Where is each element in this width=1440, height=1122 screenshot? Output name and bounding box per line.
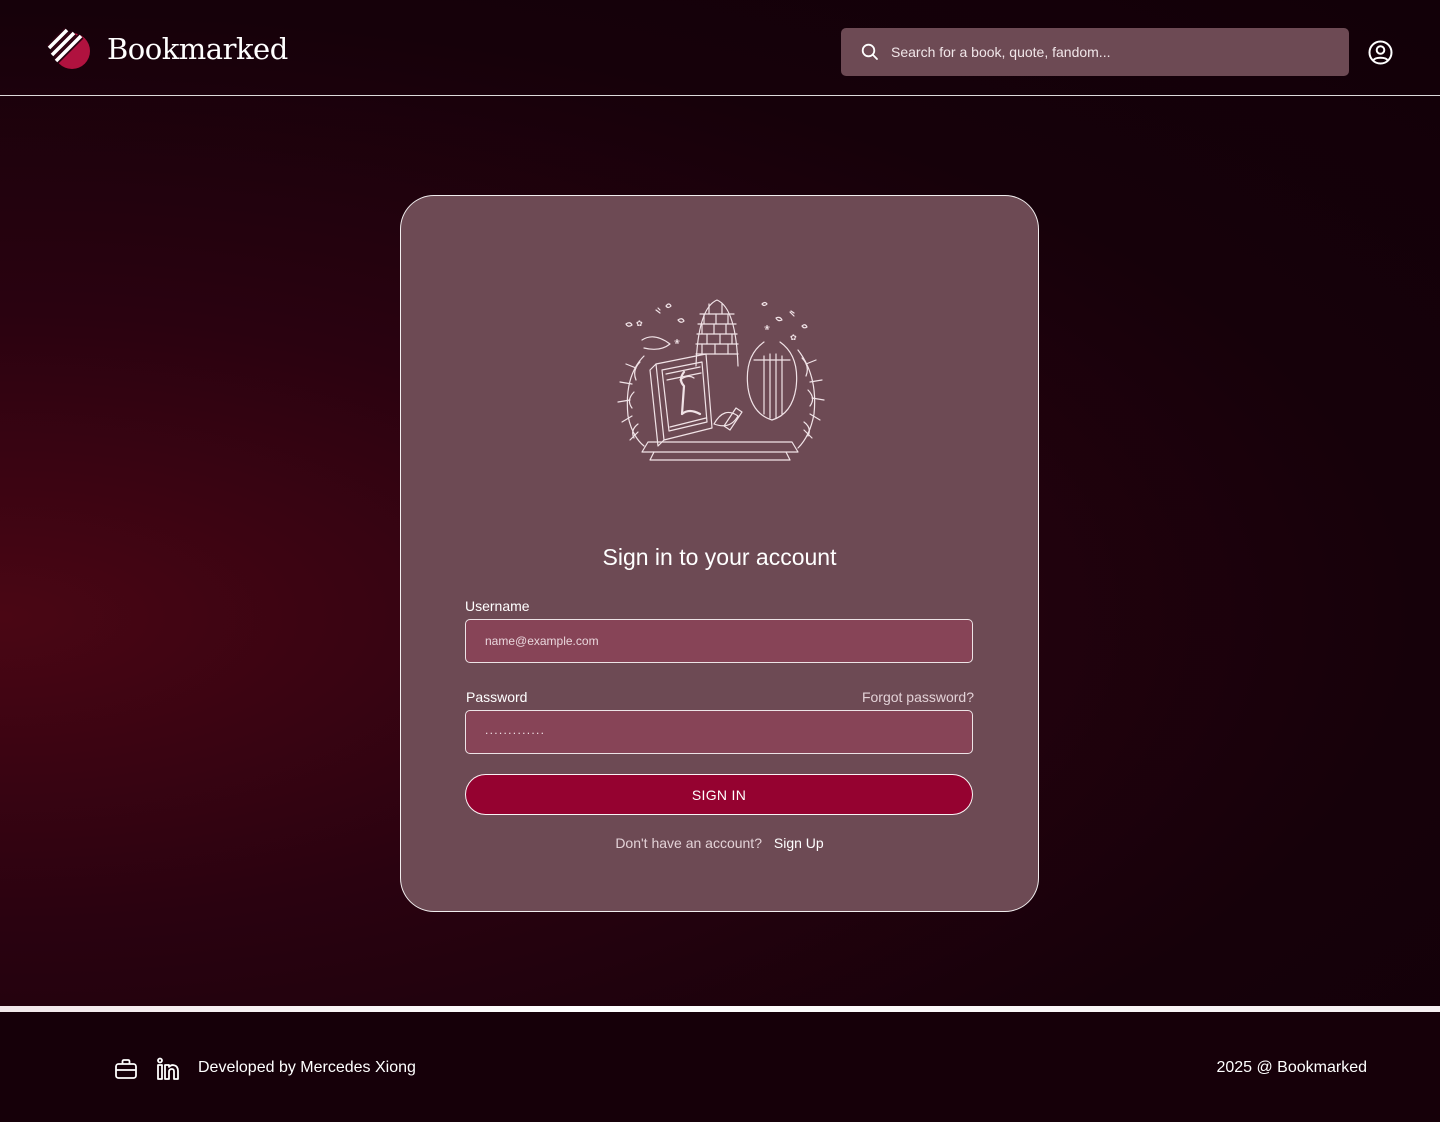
- user-circle-icon: [1368, 40, 1393, 65]
- search-input[interactable]: [889, 43, 1333, 61]
- login-card: ✿ ✿ ❀ ❀ Sign in to your account Username…: [400, 195, 1039, 912]
- no-account-text: Don't have an account?: [615, 835, 762, 851]
- logo-bookmark-icon: [47, 27, 90, 69]
- username-input[interactable]: [465, 619, 973, 663]
- linkedin-icon[interactable]: [156, 1057, 180, 1081]
- svg-text:❀: ❀: [764, 324, 770, 332]
- search-bar[interactable]: [841, 28, 1349, 76]
- copyright-text: 2025 @ Bookmarked: [1216, 1059, 1367, 1076]
- account-button[interactable]: [1368, 40, 1393, 65]
- username-label: Username: [465, 598, 530, 614]
- site-footer: Developed by Mercedes Xiong 2025 @ Bookm…: [0, 1012, 1440, 1122]
- sign-up-link[interactable]: Sign Up: [774, 835, 824, 851]
- svg-text:❀: ❀: [674, 338, 680, 346]
- developer-credit: Developed by Mercedes Xiong: [198, 1059, 416, 1076]
- brand-name: Bookmarked: [107, 32, 288, 66]
- search-icon: [861, 43, 878, 60]
- literary-emblem-illustration: ✿ ✿ ❀ ❀: [617, 299, 825, 461]
- top-navbar: Bookmarked: [0, 0, 1440, 96]
- password-input[interactable]: [465, 710, 973, 754]
- sign-in-button[interactable]: SIGN IN: [465, 774, 973, 815]
- svg-text:✿: ✿: [636, 319, 643, 328]
- password-label: Password: [466, 689, 528, 705]
- svg-text:✿: ✿: [790, 333, 797, 342]
- signup-prompt: Don't have an account? Sign Up: [401, 835, 1038, 851]
- brand-logo-link[interactable]: Bookmarked: [47, 26, 288, 72]
- signin-title: Sign in to your account: [602, 544, 837, 570]
- forgot-password-link[interactable]: Forgot password?: [862, 689, 974, 705]
- briefcase-icon[interactable]: [114, 1057, 138, 1081]
